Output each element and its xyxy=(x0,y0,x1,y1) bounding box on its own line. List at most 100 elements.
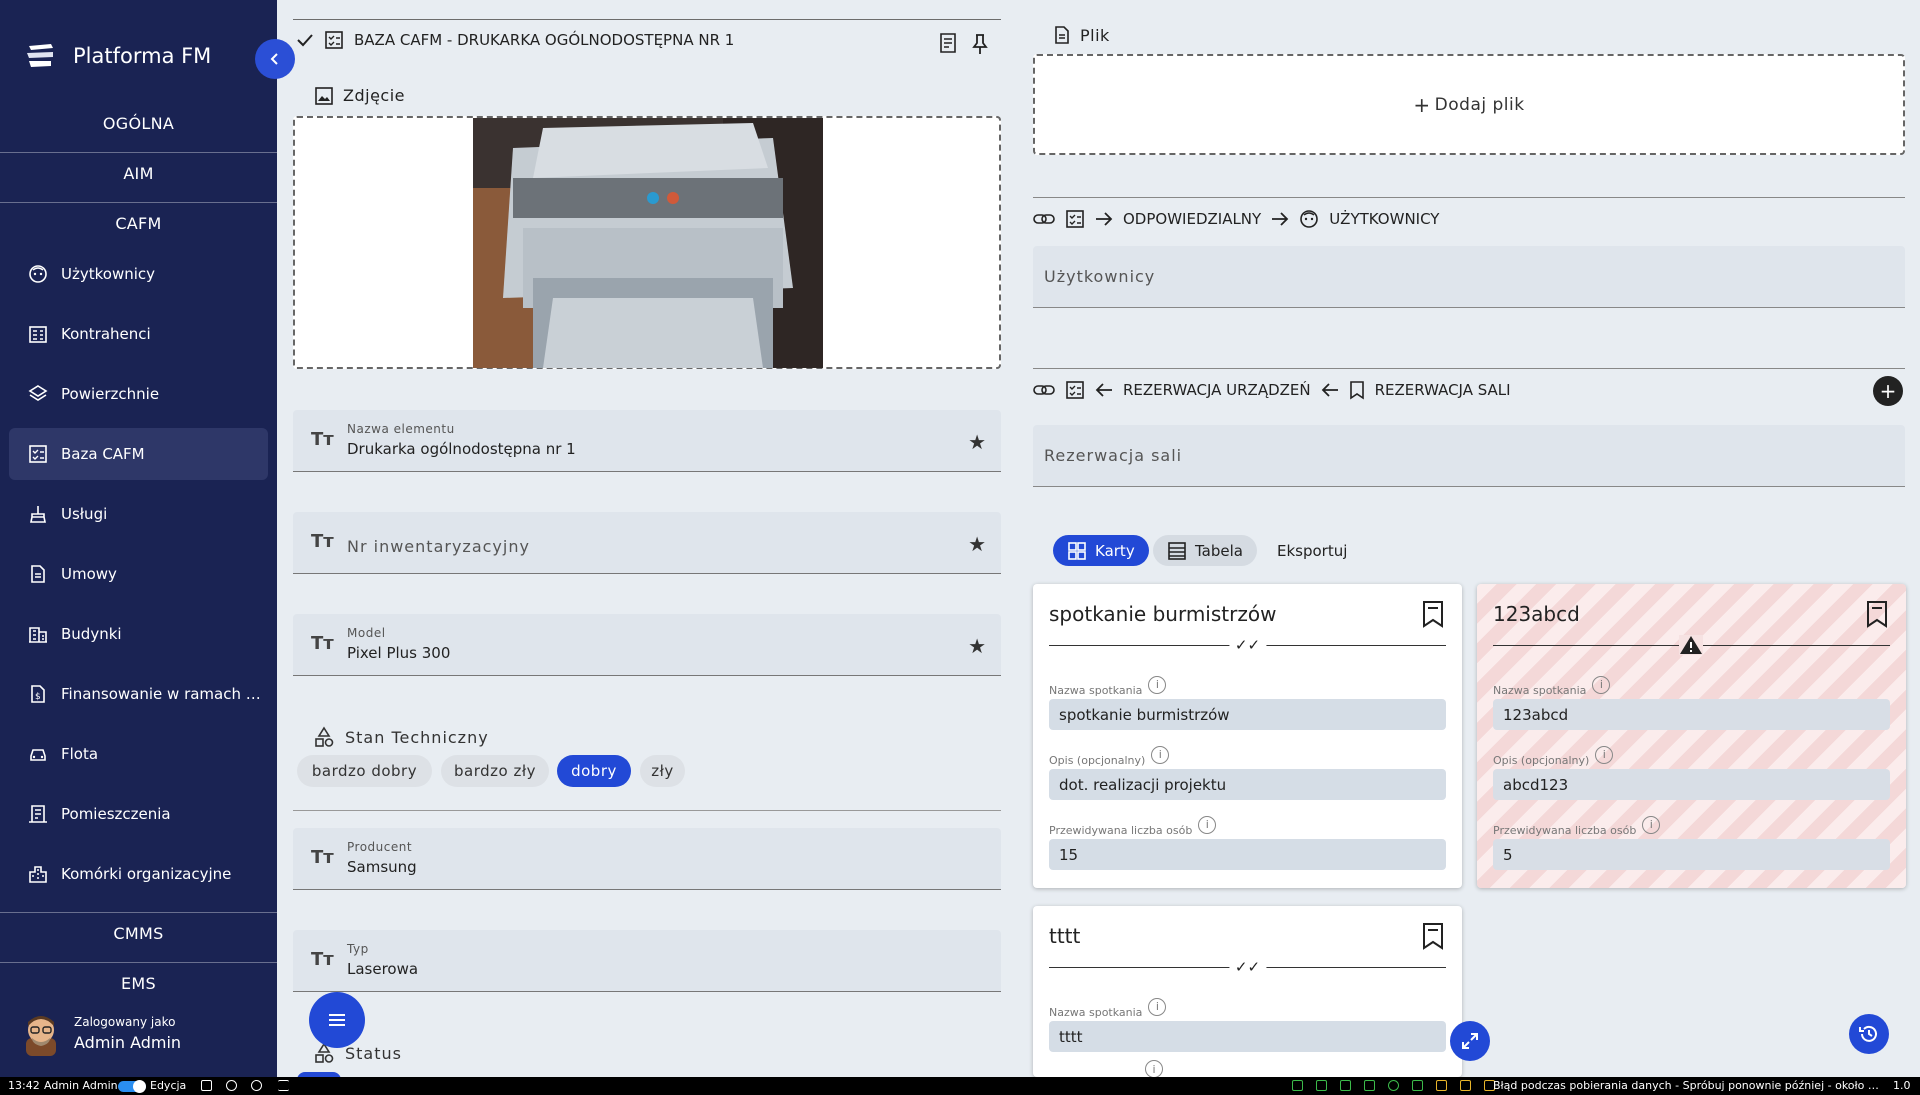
section-aim[interactable]: AIM xyxy=(0,164,277,183)
section-ems[interactable]: EMS xyxy=(0,974,277,993)
field-model[interactable]: Tт Model Pixel Plus 300 ★ xyxy=(293,614,1001,676)
tab-table[interactable]: Tabela xyxy=(1153,535,1257,566)
layers-icon xyxy=(27,383,49,405)
arrow-left-icon xyxy=(1321,383,1338,397)
bookmark-icon[interactable] xyxy=(1420,600,1446,628)
check-icon[interactable] xyxy=(296,31,314,49)
divider xyxy=(293,19,1001,20)
status-indicator-icon[interactable] xyxy=(1340,1080,1351,1091)
checklist-icon xyxy=(27,443,49,465)
user-profile[interactable]: Zalogowany jako Admin Admin xyxy=(20,1010,181,1056)
sidebar-item-uslugi[interactable]: Usługi xyxy=(9,488,268,540)
reservation-card[interactable]: tttt ✓✓ Nazwa spotkania i tttt i xyxy=(1033,906,1462,1077)
list-icon[interactable] xyxy=(278,1080,289,1091)
sidebar-item-umowy[interactable]: Umowy xyxy=(9,548,268,600)
chip-bardzo-zly[interactable]: bardzo zły xyxy=(441,755,549,787)
sidebar-item-flota[interactable]: Flota xyxy=(9,728,268,780)
sidebar-item-baza-cafm[interactable]: Baza CAFM xyxy=(9,428,268,480)
info-icon[interactable]: i xyxy=(1151,745,1170,764)
status-user: Admin Admin xyxy=(44,1079,118,1092)
menu-fab-button[interactable] xyxy=(309,992,365,1048)
add-reservation-button[interactable]: + xyxy=(1873,376,1903,406)
status-indicator-icon[interactable] xyxy=(1292,1080,1303,1091)
status-indicator-icon[interactable] xyxy=(1388,1080,1399,1091)
field-typ[interactable]: Tт Typ Laserowa xyxy=(293,930,1001,992)
section-ogolna[interactable]: OGÓLNA xyxy=(0,114,277,133)
warning-icon xyxy=(1679,635,1703,655)
field-nazwa-elementu[interactable]: Tт Nazwa elementu Drukarka ogólnodostępn… xyxy=(293,410,1001,472)
bookmark-icon[interactable] xyxy=(1420,922,1446,950)
photo-dropzone[interactable] xyxy=(293,116,1001,369)
refresh-icon[interactable] xyxy=(226,1080,237,1091)
logout-icon[interactable] xyxy=(201,1080,212,1091)
receipt-icon[interactable] xyxy=(938,32,958,54)
status-indicator-icon[interactable] xyxy=(1316,1080,1327,1091)
info-icon[interactable]: i xyxy=(1595,745,1614,764)
history-icon xyxy=(1859,1025,1877,1042)
car-icon xyxy=(27,743,49,765)
tab-cards[interactable]: Karty xyxy=(1053,535,1149,566)
users-relation-field[interactable]: Użytkownicy xyxy=(1033,246,1905,308)
info-icon[interactable]: i xyxy=(1642,815,1661,834)
table-icon xyxy=(1168,541,1186,560)
field-producent[interactable]: Tт Producent Samsung xyxy=(293,828,1001,890)
add-file-label: Dodaj plik xyxy=(1434,94,1525,115)
bookmark-icon[interactable] xyxy=(1864,600,1890,628)
history-button[interactable] xyxy=(1849,1014,1889,1054)
info-icon[interactable]: i xyxy=(1592,675,1611,694)
expand-icon xyxy=(1462,1033,1478,1049)
tab-label: Tabela xyxy=(1195,541,1243,560)
sidebar-item-finansowanie[interactable]: $ Finansowanie w ramach p... xyxy=(9,668,268,720)
room-reservation-field[interactable]: Rezerwacja sali xyxy=(1033,425,1905,487)
chip-dobry[interactable]: dobry xyxy=(557,755,631,787)
broom-icon xyxy=(27,503,49,525)
sidebar-item-pomieszczenia[interactable]: Pomieszczenia xyxy=(9,788,268,840)
star-icon[interactable]: ★ xyxy=(968,634,986,658)
edit-mode-toggle[interactable] xyxy=(118,1080,146,1093)
section-cmms[interactable]: CMMS xyxy=(0,924,277,943)
status-indicator-icon[interactable] xyxy=(1436,1080,1447,1091)
field-value: Drukarka ogólnodostępna nr 1 xyxy=(347,440,576,458)
card-title: 123abcd xyxy=(1493,602,1580,626)
section-cafm[interactable]: CAFM xyxy=(0,214,277,233)
field-placeholder: Nr inwentaryzacyjny xyxy=(347,537,530,556)
divider xyxy=(0,912,277,913)
pin-icon[interactable] xyxy=(971,33,989,55)
sidebar-item-powierzchnie[interactable]: Powierzchnie xyxy=(9,368,268,420)
star-icon[interactable]: ★ xyxy=(968,532,986,556)
info-icon[interactable]: i xyxy=(1148,997,1167,1016)
collapse-sidebar-button[interactable] xyxy=(255,39,295,79)
brand[interactable]: Platforma FM xyxy=(25,42,211,70)
record-title: BAZA CAFM - DRUKARKA OGÓLNODOSTĘPNA NR 1 xyxy=(354,31,735,49)
info-icon[interactable]: i xyxy=(1145,1060,1163,1077)
sidebar-item-budynki[interactable]: Budynki xyxy=(9,608,268,660)
cloud-icon[interactable] xyxy=(251,1080,262,1091)
reservation-card[interactable]: spotkanie burmistrzów ✓✓ Nazwa spotkania… xyxy=(1033,584,1462,888)
sidebar-item-label: Kontrahenci xyxy=(61,325,151,343)
info-icon[interactable]: i xyxy=(1148,675,1167,694)
status-indicator-icon[interactable] xyxy=(1460,1080,1471,1091)
status-indicator-icon[interactable] xyxy=(1364,1080,1375,1091)
status-bar: 13:42 Admin Admin Edycja Błąd podczas po… xyxy=(0,1077,1920,1095)
add-file-dropzone[interactable]: + Dodaj plik xyxy=(1033,54,1905,155)
sidebar-item-kontrahenci[interactable]: Kontrahenci xyxy=(9,308,268,360)
checklist-icon xyxy=(325,31,343,49)
chip-bardzo-dobry[interactable]: bardzo dobry xyxy=(297,755,432,787)
text-type-icon: Tт xyxy=(311,949,334,970)
reservation-card-warning[interactable]: 123abcd Nazwa spotkania i 123abcd Opis (o… xyxy=(1477,584,1906,888)
expand-button[interactable] xyxy=(1450,1021,1490,1061)
export-button[interactable]: Eksportuj xyxy=(1263,535,1361,566)
info-icon[interactable]: i xyxy=(1198,815,1217,834)
users-icon xyxy=(1300,210,1319,228)
star-icon[interactable]: ★ xyxy=(968,430,986,454)
grid-icon xyxy=(1068,541,1086,560)
status-indicator-icon[interactable] xyxy=(1412,1080,1423,1091)
sidebar-item-komorki[interactable]: Komórki organizacyjne xyxy=(9,848,268,900)
card-title: tttt xyxy=(1049,924,1081,948)
field-nr-inwentaryzacyjny[interactable]: Tт Nr inwentaryzacyjny ★ xyxy=(293,512,1001,574)
room-icon xyxy=(27,803,49,825)
chip-zly[interactable]: zły xyxy=(640,755,685,787)
arrow-right-icon xyxy=(1272,212,1289,226)
sidebar-item-uzytkownicy[interactable]: Użytkownicy xyxy=(9,248,268,300)
field-label: Opis (opcjonalny) i xyxy=(1493,745,1614,767)
